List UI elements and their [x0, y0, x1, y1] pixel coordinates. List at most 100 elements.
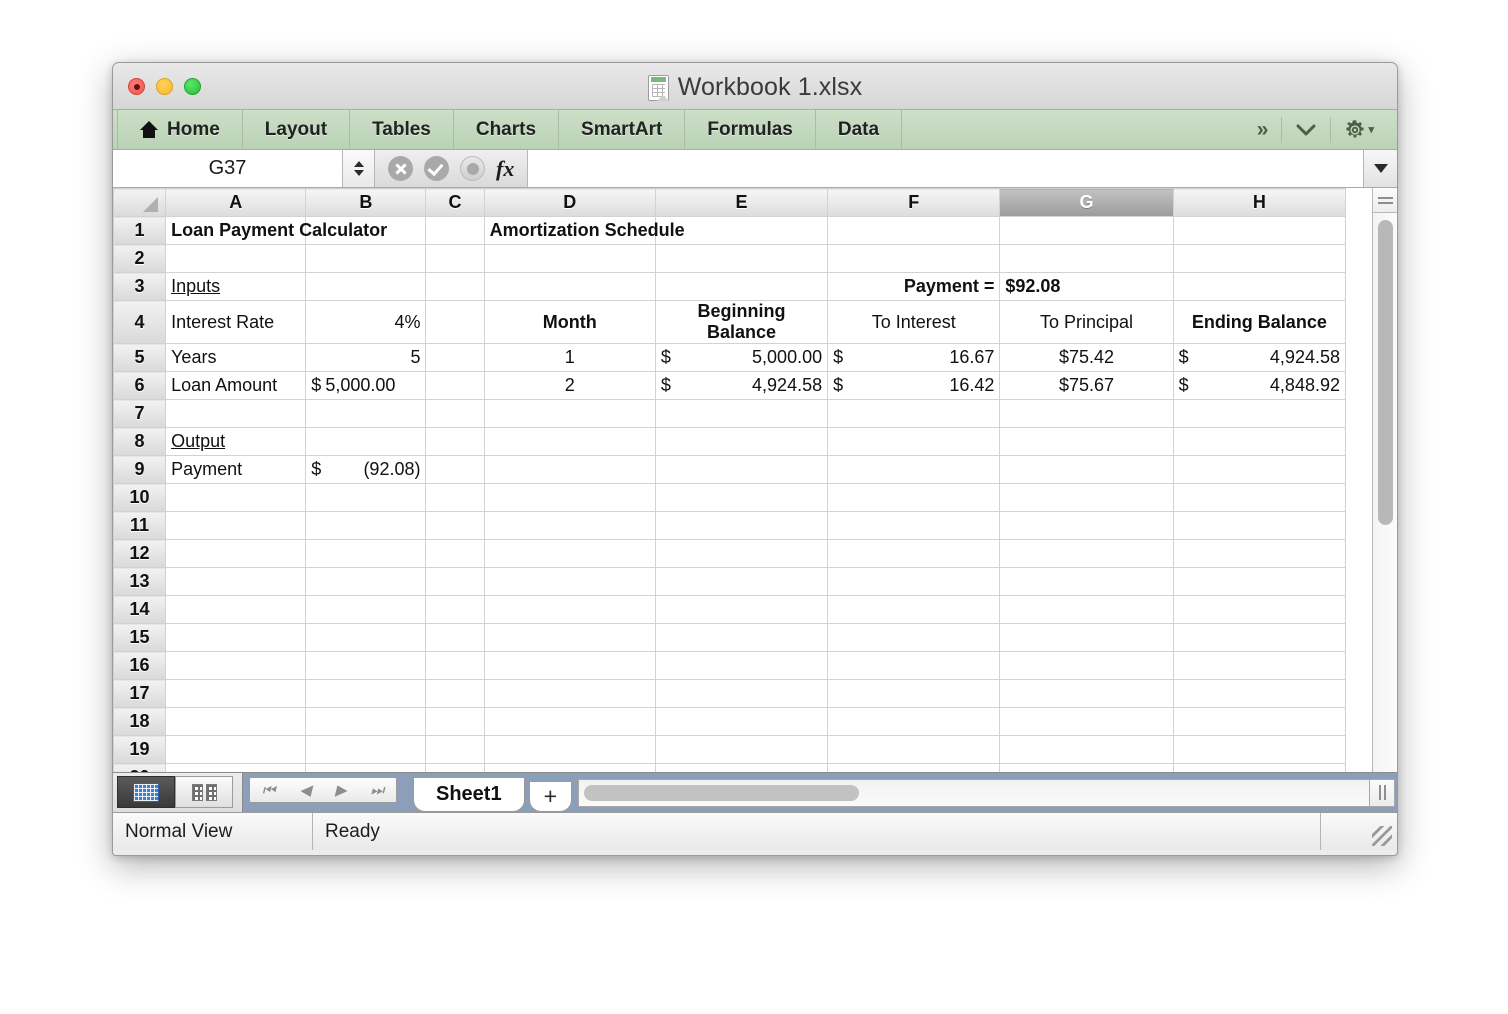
cell-g1[interactable]	[1000, 217, 1173, 245]
cell-f16[interactable]	[828, 652, 1000, 680]
cell-g11[interactable]	[1000, 512, 1173, 540]
cell-d1[interactable]: Amortization Schedule	[484, 217, 655, 245]
cell-b15[interactable]	[306, 624, 426, 652]
row-header-13[interactable]: 13	[114, 568, 166, 596]
cell-f19[interactable]	[828, 736, 1000, 764]
ribbon-tab-tables[interactable]: Tables	[350, 110, 454, 149]
cell-h11[interactable]	[1173, 512, 1345, 540]
gear-icon[interactable]: ▾	[1331, 119, 1387, 141]
cell-g16[interactable]	[1000, 652, 1173, 680]
cell-f9[interactable]	[828, 456, 1000, 484]
name-box-stepper[interactable]	[343, 150, 375, 187]
cell-b12[interactable]	[306, 540, 426, 568]
cell-d20[interactable]	[484, 764, 655, 773]
accept-icon[interactable]	[424, 156, 449, 181]
ribbon-overflow-icon[interactable]: »	[1244, 118, 1282, 142]
cell-g20[interactable]	[1000, 764, 1173, 773]
cell-c19[interactable]	[426, 736, 484, 764]
formula-input[interactable]	[528, 150, 1363, 187]
page-layout-view-icon[interactable]	[175, 776, 233, 808]
cell-a7[interactable]	[166, 400, 306, 428]
horizontal-split-handle[interactable]	[1370, 779, 1395, 807]
cell-c1[interactable]	[426, 217, 484, 245]
cell-h4[interactable]: Ending Balance	[1173, 301, 1345, 344]
cell-g8[interactable]	[1000, 428, 1173, 456]
cell-a8[interactable]: Output	[166, 428, 306, 456]
vertical-scrollbar-thumb[interactable]	[1378, 220, 1393, 525]
row-header-14[interactable]: 14	[114, 596, 166, 624]
cell-h12[interactable]	[1173, 540, 1345, 568]
cell-d13[interactable]	[484, 568, 655, 596]
column-header-e[interactable]: E	[655, 189, 827, 217]
sheet-nav-buttons[interactable]: ⏮ ◀ ▶ ⏭	[249, 777, 397, 803]
cell-d8[interactable]	[484, 428, 655, 456]
cell-c2[interactable]	[426, 245, 484, 273]
nav-first-icon[interactable]: ⏮	[262, 782, 276, 799]
cell-h3[interactable]	[1173, 273, 1345, 301]
cell-f12[interactable]	[828, 540, 1000, 568]
chevron-down-icon[interactable]	[1282, 123, 1330, 137]
cell-a9[interactable]: Payment	[166, 456, 306, 484]
cell-c6[interactable]	[426, 372, 484, 400]
cell-f17[interactable]	[828, 680, 1000, 708]
ribbon-tab-home[interactable]: Home	[117, 110, 243, 149]
cell-d19[interactable]	[484, 736, 655, 764]
vertical-scrollbar[interactable]	[1372, 188, 1397, 772]
column-header-f[interactable]: F	[828, 189, 1000, 217]
row-header-2[interactable]: 2	[114, 245, 166, 273]
cell-g3[interactable]: $92.08	[1000, 273, 1173, 301]
cell-b6[interactable]: $5,000.00	[306, 372, 426, 400]
cell-b5[interactable]: 5	[306, 344, 426, 372]
cell-h2[interactable]	[1173, 245, 1345, 273]
cell-e18[interactable]	[655, 708, 827, 736]
cell-d6[interactable]: 2	[484, 372, 655, 400]
row-header-9[interactable]: 9	[114, 456, 166, 484]
cell-e19[interactable]	[655, 736, 827, 764]
cell-e3[interactable]	[655, 273, 827, 301]
nav-next-icon[interactable]: ▶	[335, 781, 347, 799]
cell-b7[interactable]	[306, 400, 426, 428]
cell-b14[interactable]	[306, 596, 426, 624]
row-header-5[interactable]: 5	[114, 344, 166, 372]
cell-e9[interactable]	[655, 456, 827, 484]
cell-f2[interactable]	[828, 245, 1000, 273]
add-sheet-button[interactable]: +	[529, 782, 572, 812]
cell-a3[interactable]: Inputs	[166, 273, 306, 301]
row-header-8[interactable]: 8	[114, 428, 166, 456]
cell-e13[interactable]	[655, 568, 827, 596]
cell-g7[interactable]	[1000, 400, 1173, 428]
cell-c13[interactable]	[426, 568, 484, 596]
cell-c8[interactable]	[426, 428, 484, 456]
cell-h5[interactable]: $4,924.58	[1173, 344, 1345, 372]
cell-g10[interactable]	[1000, 484, 1173, 512]
normal-view-icon[interactable]	[117, 776, 175, 808]
cell-f6[interactable]: $16.42	[828, 372, 1000, 400]
cell-h1[interactable]	[1173, 217, 1345, 245]
cell-f14[interactable]	[828, 596, 1000, 624]
cancel-icon[interactable]	[388, 156, 413, 181]
cell-a10[interactable]	[166, 484, 306, 512]
cell-f5[interactable]: $16.67	[828, 344, 1000, 372]
cell-d15[interactable]	[484, 624, 655, 652]
cell-f4[interactable]: To Interest	[828, 301, 1000, 344]
cell-g6[interactable]: $75.67	[1000, 372, 1173, 400]
cell-h13[interactable]	[1173, 568, 1345, 596]
cell-f15[interactable]	[828, 624, 1000, 652]
cell-a13[interactable]	[166, 568, 306, 596]
row-header-17[interactable]: 17	[114, 680, 166, 708]
cell-g19[interactable]	[1000, 736, 1173, 764]
cell-a19[interactable]	[166, 736, 306, 764]
cell-c18[interactable]	[426, 708, 484, 736]
cell-e17[interactable]	[655, 680, 827, 708]
cell-h7[interactable]	[1173, 400, 1345, 428]
sheet-tab-sheet1[interactable]: Sheet1	[413, 778, 525, 812]
cell-f18[interactable]	[828, 708, 1000, 736]
cell-a18[interactable]	[166, 708, 306, 736]
cell-h8[interactable]	[1173, 428, 1345, 456]
cell-d3[interactable]	[484, 273, 655, 301]
cell-d11[interactable]	[484, 512, 655, 540]
cell-b17[interactable]	[306, 680, 426, 708]
cell-a20[interactable]	[166, 764, 306, 773]
row-header-7[interactable]: 7	[114, 400, 166, 428]
row-header-12[interactable]: 12	[114, 540, 166, 568]
